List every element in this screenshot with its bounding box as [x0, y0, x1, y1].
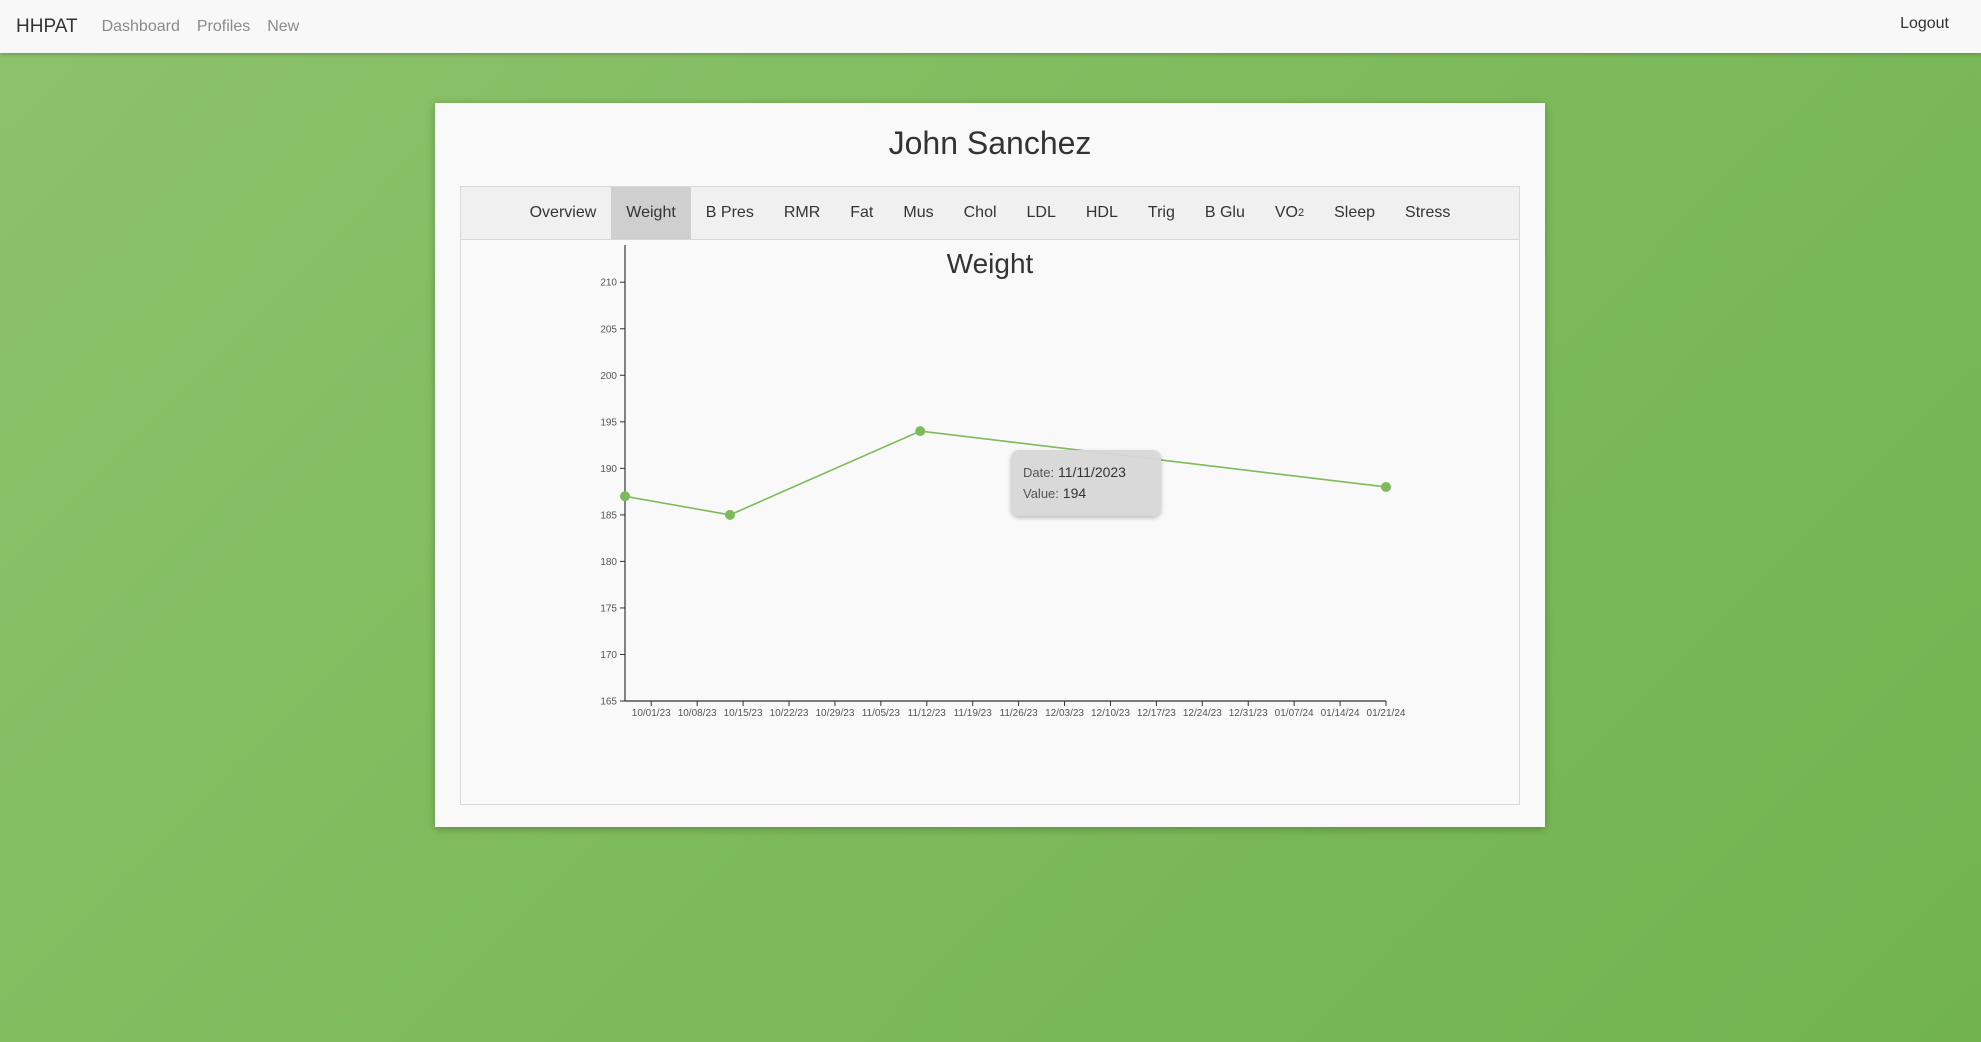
x-tick-label: 11/05/23	[862, 708, 901, 719]
x-tick-label: 10/22/23	[770, 708, 809, 719]
y-tick-label: 200	[600, 371, 617, 382]
data-point	[1381, 481, 1391, 492]
x-tick-label: 10/01/23	[632, 708, 671, 719]
profile-card: John Sanchez Overview Weight B Pres RMR Fat M…	[435, 103, 1545, 827]
x-tick-label: 12/31/23	[1229, 708, 1268, 719]
y-tick-label: 190	[600, 464, 617, 475]
x-tick-label: 12/10/23	[1091, 708, 1130, 719]
y-tick-label: 180	[600, 557, 617, 568]
x-tick-label: 01/14/24	[1321, 708, 1360, 719]
x-tick-label: 01/07/24	[1275, 708, 1314, 719]
tooltip-date-label: Date:	[1023, 465, 1055, 480]
tooltip-date-value: 11/11/2023	[1057, 464, 1126, 480]
weight-chart: 165 170 175 180 185 190 195 200 205 210 10/01/23 10…	[600, 245, 1406, 719]
x-tick-label: 10/15/23	[724, 708, 763, 719]
top-navbar: HHPAT Dashboard Profiles New Logout	[0, 0, 1981, 53]
x-tick-label: 11/12/23	[908, 708, 947, 719]
profile-name: John Sanchez	[888, 125, 1092, 161]
y-tick-label: 205	[600, 324, 617, 335]
tooltip-value-label: Value:	[1023, 486, 1059, 501]
brand-logo[interactable]: HHPAT	[16, 16, 78, 38]
x-tick-label: 12/03/23	[1045, 708, 1084, 719]
y-tick-label: 195	[600, 417, 617, 428]
y-tick-label: 165	[600, 697, 617, 708]
nav-link-profiles[interactable]: Profiles	[197, 18, 250, 36]
x-tick-label: 12/24/23	[1183, 708, 1222, 719]
x-tick-label: 11/19/23	[954, 708, 993, 719]
nav-link-dashboard[interactable]: Dashboard	[102, 18, 180, 36]
data-point	[620, 491, 630, 502]
metrics-panel: Overview Weight B Pres RMR Fat Mus Chol LDL HDL T…	[460, 186, 1520, 805]
x-tick-label: 01/21/24	[1367, 708, 1406, 719]
data-point	[724, 509, 735, 520]
x-tick-label: 10/08/23	[678, 708, 717, 719]
nav-link-new[interactable]: New	[267, 18, 299, 36]
chart-tooltip: Date: 11/11/2023 Value: 194	[1011, 450, 1161, 516]
x-tick-label: 12/17/23	[1137, 708, 1176, 719]
y-tick-label: 175	[600, 603, 617, 614]
x-tick-label: 10/29/23	[815, 708, 854, 719]
y-tick-label: 170	[600, 650, 617, 661]
data-point	[915, 426, 926, 437]
y-tick-label: 185	[600, 510, 617, 521]
y-tick-label: 210	[600, 278, 617, 289]
weight-series-line	[624, 430, 1387, 516]
logout-link[interactable]: Logout	[1900, 15, 1949, 33]
x-tick-label: 11/26/23	[1000, 708, 1039, 719]
tooltip-value-value: 194	[1062, 485, 1087, 501]
